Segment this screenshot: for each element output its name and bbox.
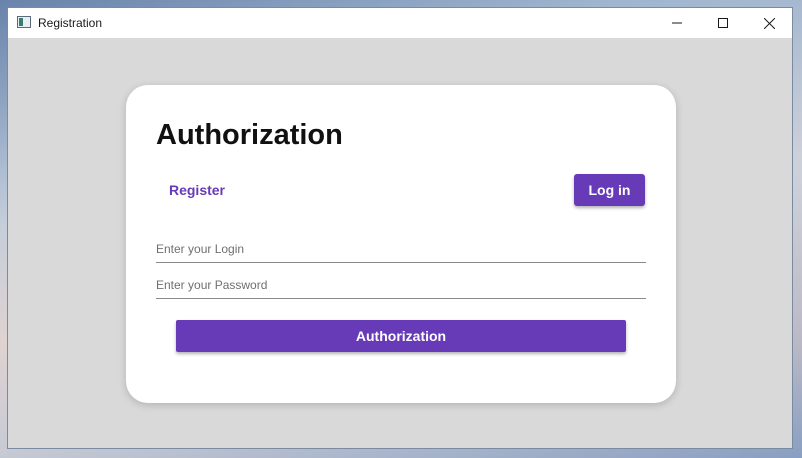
password-field-wrapper [156,273,646,299]
authorization-submit-button[interactable]: Authorization [176,320,626,352]
register-button[interactable]: Register [156,174,238,206]
login-field-wrapper [156,237,646,263]
window-client-area: Authorization Register Log in Authorizat… [8,38,792,448]
minimize-icon [672,22,682,24]
login-button[interactable]: Log in [574,174,645,206]
maximize-button[interactable] [700,8,746,38]
close-button[interactable] [746,8,792,38]
authorization-card: Authorization Register Log in Authorizat… [126,85,676,403]
app-window-icon [17,16,31,28]
app-window: Registration Authorization Register Log … [7,7,793,449]
window-title: Registration [38,16,103,30]
close-icon [763,17,775,29]
title-bar: Registration [8,8,792,38]
login-input[interactable] [156,237,646,261]
minimize-button[interactable] [654,8,700,38]
card-title: Authorization [156,119,343,151]
maximize-icon [718,18,728,28]
password-input[interactable] [156,273,646,297]
